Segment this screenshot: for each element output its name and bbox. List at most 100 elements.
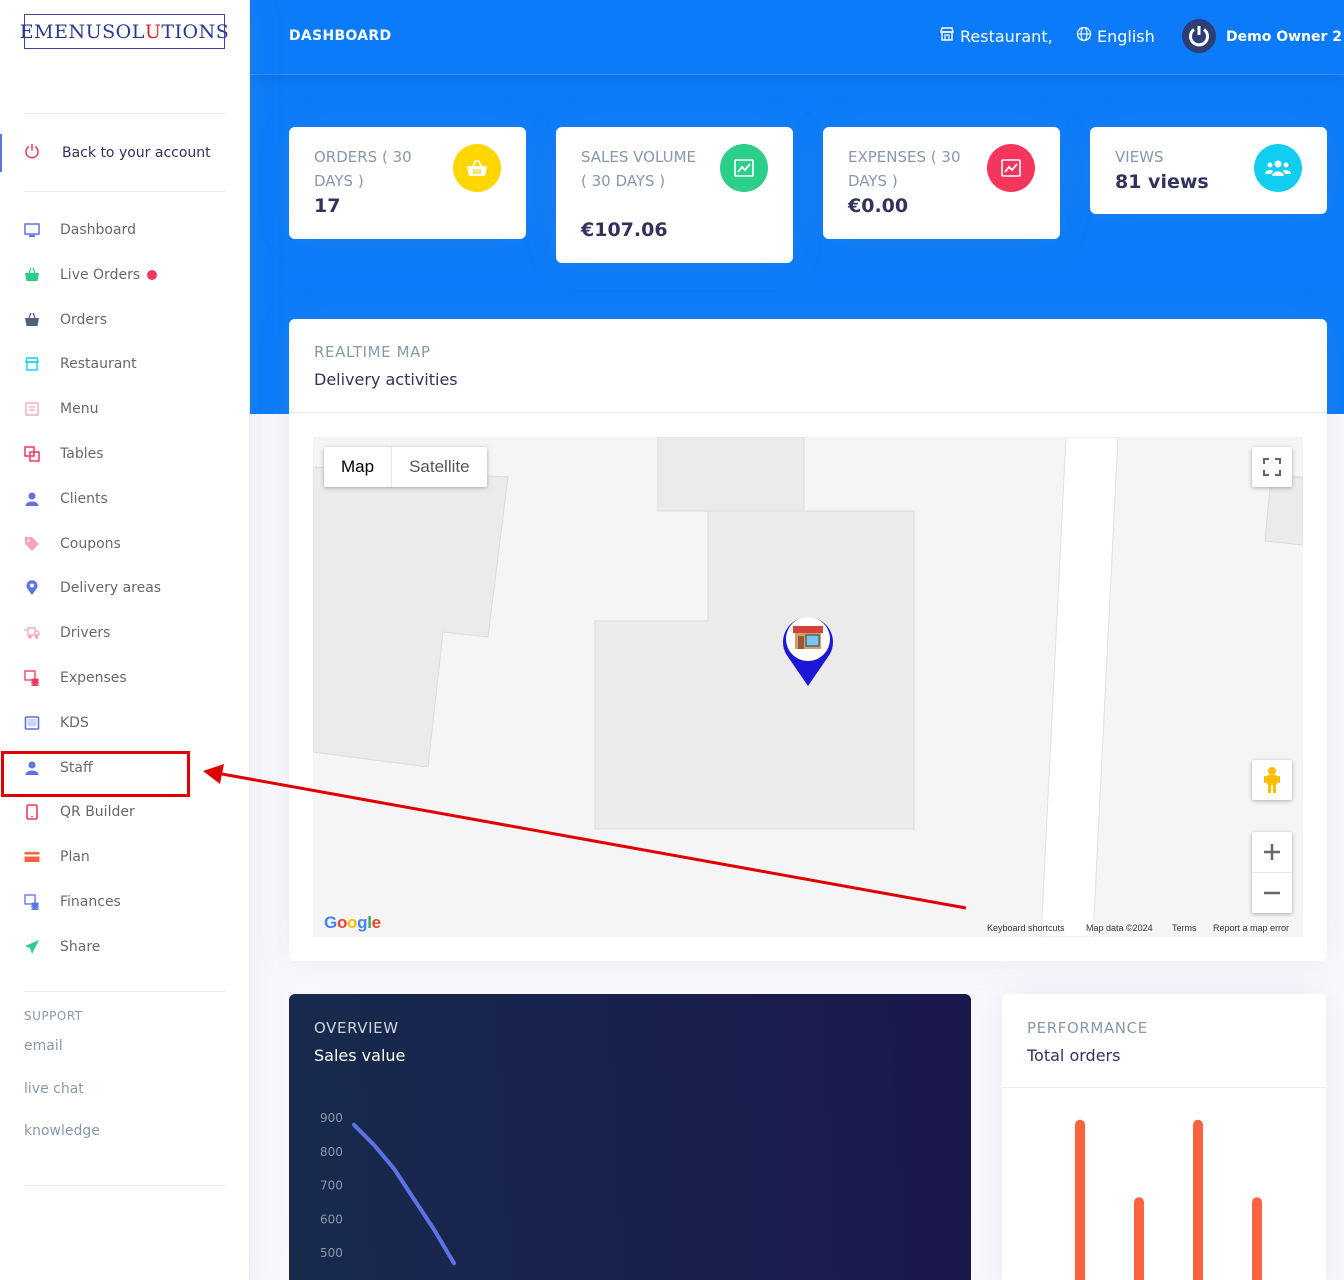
sidebar-item-delivery-areas[interactable]: Delivery areas [0,572,250,604]
sidebar-divider [24,991,225,992]
sidebar-item-label: Finances [60,894,121,910]
staff-highlight-box [1,751,190,797]
stat-title: VIEWS [1115,148,1164,166]
fullscreen-icon [1263,458,1281,476]
report-map-error-link[interactable]: Report a map error [1213,923,1289,933]
sidebar-item-qr-builder[interactable]: QR Builder [0,796,250,828]
money-icon [24,894,40,910]
stat-card-expenses: EXPENSES ( 30 DAYS ) €0.00 [823,127,1060,239]
zoom-out-button[interactable] [1252,873,1292,913]
sales-line-series [352,1122,456,1266]
basket-icon [24,267,40,283]
orders-bar [1252,1197,1262,1280]
language-selector[interactable]: English [1076,26,1155,46]
sidebar-item-label: Menu [60,401,99,417]
y-tick-label: 600 [320,1212,343,1226]
mobile-icon [24,804,40,820]
stat-card-sales: SALES VOLUME ( 30 DAYS ) €107.06 [556,127,793,263]
y-tick-label: 500 [320,1246,343,1260]
send-icon [24,939,40,955]
sidebar-item-drivers[interactable]: Drivers [0,617,250,649]
user-icon [24,491,40,507]
sidebar-item-clients[interactable]: Clients [0,483,250,515]
stat-value: €0.00 [848,195,909,217]
chart-icon [987,144,1035,192]
money-icon [24,670,40,686]
support-heading: SUPPORT [24,1009,83,1023]
sidebar-item-share[interactable]: Share [0,931,250,963]
sidebar-item-label: Live Orders [60,267,141,283]
restaurant-link[interactable]: Restaurant, [939,26,1053,46]
sidebar-item-tables[interactable]: Tables [0,438,250,470]
sidebar: EMENUSOL U TIONS Back to your account Dash… [0,0,250,1280]
pin-icon [24,580,40,596]
tag-icon [24,536,40,552]
terms-link[interactable]: Terms [1172,923,1197,933]
globe-icon [1076,26,1092,46]
y-tick-label: 700 [320,1179,343,1193]
map-type-control: Map Satellite [324,447,487,487]
street-view-pegman[interactable] [1252,760,1292,800]
sidebar-item-coupons[interactable]: Coupons [0,528,250,560]
sidebar-divider [24,1185,225,1186]
pegman-icon [1264,767,1280,793]
sidebar-item-dashboard[interactable]: Dashboard [0,214,250,246]
sidebar-item-restaurant[interactable]: Restaurant [0,348,250,380]
sidebar-item-orders[interactable]: Orders [0,304,250,336]
google-logo[interactable]: Google [324,913,381,933]
orders-bar [1193,1119,1203,1280]
power-icon [24,143,42,163]
support-live-chat-link[interactable]: live chat [24,1081,84,1097]
support-email-link[interactable]: email [24,1038,63,1054]
book-icon [24,401,40,417]
sidebar-item-finances[interactable]: Finances [0,886,250,918]
users-icon [1254,144,1302,192]
sidebar-item-kds[interactable]: KDS [0,707,250,739]
keyboard-shortcuts-link[interactable]: Keyboard shortcuts [987,923,1065,933]
tablet-icon [24,715,40,731]
tables-icon [24,446,40,462]
language-label: English [1097,26,1155,46]
sidebar-item-label: QR Builder [60,804,135,820]
sidebar-item-plan[interactable]: Plan [0,841,250,873]
stat-value: 81 views [1115,171,1209,193]
live-indicator-dot [147,270,157,280]
google-map[interactable]: Map Satellite Google Keyboard shortcuts … [313,437,1303,937]
sidebar-item-label: Restaurant [60,356,137,372]
sidebar-item-label: Drivers [60,625,111,641]
restaurant-map-marker[interactable] [780,612,836,688]
page-title[interactable]: DASHBOARD [289,28,391,44]
section-title: REALTIME MAP [314,343,431,361]
stat-title: SALES VOLUME ( 30 DAYS ) [581,148,696,190]
shop-icon [24,356,40,372]
card-icon [24,849,40,865]
sales-line-chart: 900 800 700 600 500 [320,1111,456,1266]
sidebar-item-menu[interactable]: Menu [0,393,250,425]
brand-logo[interactable]: EMENUSOL U TIONS [20,14,229,49]
chart-icon [720,144,768,192]
sidebar-item-live-orders[interactable]: Live Orders [0,259,250,291]
map-type-satellite-button[interactable]: Satellite [391,447,486,487]
y-tick-label: 800 [320,1145,343,1159]
restaurant-label: Restaurant, [960,26,1053,46]
orders-bar-chart [1075,1119,1262,1280]
sidebar-item-label: Dashboard [60,222,136,238]
support-knowledge-link[interactable]: knowledge [24,1123,100,1139]
fullscreen-button[interactable] [1252,447,1292,487]
stat-card-views: VIEWS 81 views [1090,127,1327,214]
basket-icon [24,312,40,328]
orders-bar [1134,1197,1144,1280]
orders-bar [1075,1119,1085,1280]
delivery-icon [24,625,40,641]
user-avatar[interactable] [1182,19,1216,53]
stat-card-orders: ORDERS ( 30 DAYS ) 17 [289,127,526,239]
sidebar-item-label: Plan [60,849,90,865]
map-type-map-button[interactable]: Map [324,447,391,487]
user-name[interactable]: Demo Owner 2 [1226,29,1342,45]
sidebar-item-expenses[interactable]: Expenses [0,662,250,694]
stat-title: EXPENSES ( 30 DAYS ) [848,148,961,190]
basket-icon [453,144,501,192]
back-to-account-link[interactable]: Back to your account [0,134,250,172]
sidebar-item-label: Coupons [60,536,121,552]
zoom-in-button[interactable] [1252,833,1292,873]
